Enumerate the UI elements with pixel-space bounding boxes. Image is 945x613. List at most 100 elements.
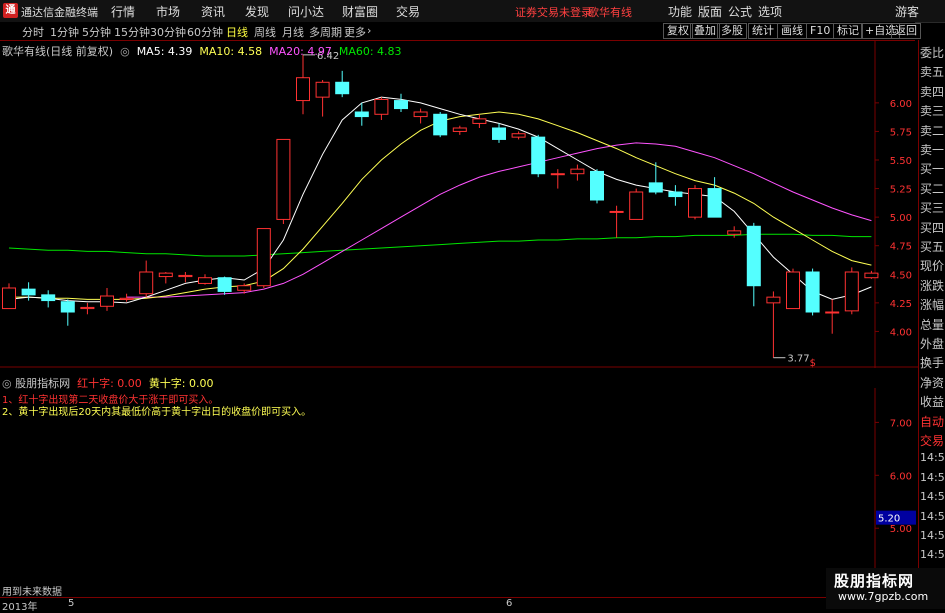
chevron-right-icon[interactable]: ›: [367, 24, 371, 37]
candle: [629, 188, 644, 220]
side-panel-item[interactable]: 买四: [920, 219, 945, 239]
candle-body: [668, 191, 683, 198]
settings-icon[interactable]: ◎: [117, 45, 134, 58]
quote-side-panel: 委比 卖五 卖四 卖三 卖二 卖一 买一 买二 买三 买四 买五 现价 涨跌 涨幅 总量 外盘 换手 净资 收益 自动…: [918, 40, 945, 609]
candle: [511, 131, 526, 140]
candle: [786, 268, 800, 310]
candle-body: [452, 127, 467, 132]
f10-button[interactable]: F10: [806, 23, 835, 39]
side-panel-item[interactable]: 净资: [920, 374, 945, 394]
tf-intraday[interactable]: 分时: [22, 24, 44, 40]
side-panel-item[interactable]: 14:56: [920, 471, 945, 491]
tf-monthly[interactable]: 月线: [282, 24, 304, 40]
side-panel-item[interactable]: 涨幅: [920, 296, 945, 316]
side-panel-item[interactable]: 卖五: [920, 63, 945, 83]
tf-60min[interactable]: 60分钟: [187, 24, 223, 40]
ma10-label: MA10: 4.58: [199, 45, 263, 58]
menu-function[interactable]: 功能: [668, 3, 692, 20]
tf-15min[interactable]: 15分钟: [114, 24, 150, 40]
stats-button[interactable]: 统计: [748, 23, 778, 39]
menu-market[interactable]: 市场: [156, 3, 180, 20]
menu-quotes[interactable]: 行情: [111, 3, 135, 20]
candle-body: [629, 191, 644, 220]
adjust-button[interactable]: 复权: [663, 23, 693, 39]
side-panel-item[interactable]: 14:56: [920, 529, 945, 549]
indicator-chart[interactable]: 7.006.005.004.005.20: [0, 388, 918, 597]
candle-body: [472, 118, 487, 124]
multi-stock-button[interactable]: 多股: [717, 23, 747, 39]
login-status[interactable]: 证券交易未登录: [515, 4, 592, 20]
price-tick-label: 4.75: [890, 242, 912, 253]
candle-body: [688, 188, 702, 218]
side-panel-item[interactable]: 现价: [920, 257, 945, 277]
indicator-tick-label: 6.00: [890, 471, 912, 482]
tf-1min[interactable]: 1分钟: [50, 24, 79, 40]
menu-discover[interactable]: 发现: [245, 3, 269, 20]
tf-5min[interactable]: 5分钟: [82, 24, 111, 40]
menu-formula[interactable]: 公式: [728, 3, 752, 20]
side-panel-item[interactable]: 买五: [920, 238, 945, 258]
candle: [335, 70, 350, 98]
candle-body: [119, 297, 134, 300]
tf-weekly[interactable]: 周线: [254, 24, 276, 40]
menu-ask[interactable]: 问小达: [288, 3, 324, 20]
price-tick-label: 5.50: [890, 156, 912, 167]
menu-trade[interactable]: 交易: [396, 3, 420, 20]
candle: [727, 226, 742, 238]
tf-30min[interactable]: 30分钟: [150, 24, 186, 40]
candle-body: [864, 272, 879, 279]
side-panel-item[interactable]: 买三: [920, 199, 945, 219]
menu-layout[interactable]: 版面: [698, 3, 722, 20]
candle: [805, 268, 820, 316]
side-panel-item[interactable]: 交易: [920, 432, 945, 452]
overlay-button[interactable]: 叠加: [690, 23, 720, 39]
tf-multi[interactable]: 多周期: [309, 24, 342, 40]
candle: [198, 274, 212, 285]
candle-body: [648, 182, 663, 193]
side-panel-item[interactable]: 卖一: [920, 141, 945, 161]
candle-body: [570, 168, 585, 175]
guest-user[interactable]: 游客: [895, 3, 919, 20]
candle-body: [746, 225, 761, 287]
side-panel-item[interactable]: 自动: [920, 413, 945, 433]
low-price-label: 3.77: [787, 354, 809, 365]
watermark: 股朋指标网 www.7gpzb.com: [826, 568, 945, 609]
menu-news[interactable]: 资讯: [201, 3, 225, 20]
side-panel-item[interactable]: 买一: [920, 160, 945, 180]
candle: [276, 138, 291, 224]
candle-body: [550, 173, 565, 176]
side-panel-item[interactable]: 卖四: [920, 83, 945, 103]
chart-title: 歌华有线(日线 前复权): [2, 45, 114, 58]
candle-body: [492, 127, 506, 140]
candle: [844, 267, 859, 315]
mark-button[interactable]: 标记: [833, 23, 863, 39]
app-logo-icon: 通: [3, 3, 18, 18]
side-panel-item[interactable]: 总量: [920, 316, 945, 336]
kline-chart[interactable]: 6.005.755.505.255.004.754.504.254.006.42…: [0, 40, 918, 368]
tf-more[interactable]: 更多: [344, 24, 366, 40]
current-value-label: 5.20: [878, 514, 900, 525]
menu-options[interactable]: 选项: [758, 3, 782, 20]
draw-button[interactable]: 画线: [777, 23, 807, 39]
date-axis: 2013年 5 6: [0, 597, 915, 613]
side-panel-item[interactable]: 收益: [920, 393, 945, 413]
side-panel-item[interactable]: 买二: [920, 180, 945, 200]
side-panel-item[interactable]: 14:56: [920, 451, 945, 471]
side-panel-item[interactable]: 卖三: [920, 102, 945, 122]
side-panel-item[interactable]: 换手: [920, 354, 945, 374]
side-panel-item[interactable]: 14:56: [920, 510, 945, 530]
side-panel-item[interactable]: 委比: [920, 44, 945, 64]
back-button[interactable]: 返回: [891, 23, 921, 39]
settings-icon[interactable]: ◎: [2, 377, 12, 390]
candle: [688, 185, 702, 220]
side-panel-item[interactable]: 14:56: [920, 548, 945, 568]
side-panel-item[interactable]: 涨跌: [920, 277, 945, 297]
candle-body: [335, 81, 350, 95]
tf-daily[interactable]: 日线: [226, 24, 248, 40]
candle: [413, 108, 428, 124]
note-2: 2、黄十字出现后20天内其最低价高于黄十字出日的收盘价即可买入。: [2, 407, 312, 418]
menu-wealth[interactable]: 财富圈: [342, 3, 378, 20]
side-panel-item[interactable]: 14:56: [920, 490, 945, 510]
side-panel-item[interactable]: 外盘: [920, 335, 945, 355]
side-panel-item[interactable]: 卖二: [920, 122, 945, 142]
